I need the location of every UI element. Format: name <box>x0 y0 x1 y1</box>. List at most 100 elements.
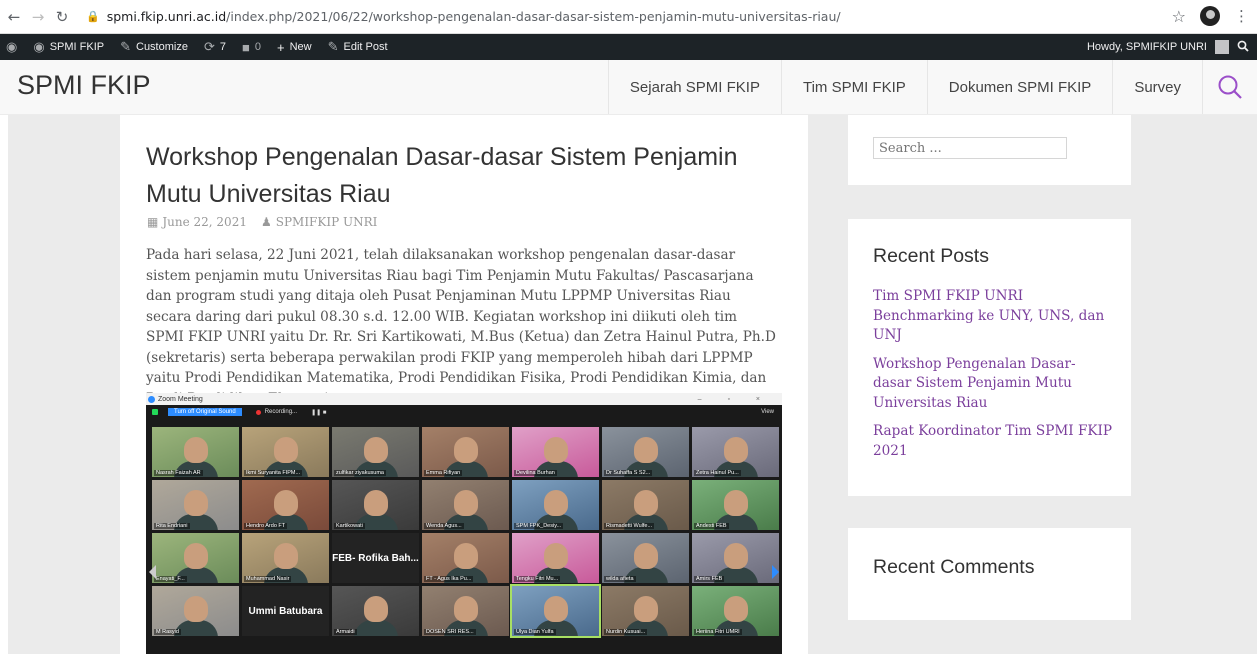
participant-tile: Ulya Dian Yulfa <box>510 584 601 638</box>
shield-icon <box>152 409 158 415</box>
participant-head <box>454 543 478 569</box>
howdy-user[interactable]: Howdy, SPMIFKIP UNRI <box>1087 41 1207 53</box>
participant-head <box>184 543 208 569</box>
main-navigation: Sejarah SPMI FKIP Tim SPMI FKIP Dokumen … <box>607 60 1257 114</box>
customize-label: Customize <box>136 41 188 53</box>
browser-toolbar: ← → ↻ 🔒 spmi.fkip.unri.ac.id/index.php/2… <box>0 0 1257 34</box>
left-gutter <box>0 115 8 654</box>
pencil-icon: ✎ <box>327 39 339 54</box>
participant-name: Enayati_F... <box>154 576 187 582</box>
menu-dots-icon[interactable]: ⋮ <box>1234 7 1249 25</box>
participant-name: Tengku Fitri Mu... <box>514 576 561 582</box>
participant-name: Emma Rifiyan <box>424 470 463 476</box>
participant-display-name: FEB- Rofika Bah... <box>332 552 419 564</box>
admin-site-link[interactable]: ◉ SPMI FKIP <box>33 39 104 55</box>
post-date[interactable]: June 22, 2021 <box>162 215 247 229</box>
participant-name: Ikmi Suryanita FIPM... <box>244 470 303 476</box>
participant-head <box>634 543 658 569</box>
back-arrow-icon[interactable]: ← <box>4 8 24 26</box>
new-content-link[interactable]: + New <box>277 40 312 55</box>
brush-icon: ✎ <box>120 39 131 54</box>
site-title[interactable]: SPMI FKIP <box>17 70 151 101</box>
profile-avatar[interactable] <box>1200 6 1220 26</box>
edit-post-link[interactable]: ✎ Edit Post <box>328 39 388 55</box>
reload-icon[interactable]: ↻ <box>52 8 72 26</box>
participant-name: Nurdin Kusuai... <box>604 629 648 635</box>
customize-link[interactable]: ✎ Customize <box>120 39 188 55</box>
participant-head <box>544 437 568 463</box>
forward-arrow-icon[interactable]: → <box>28 8 48 26</box>
participant-tile: FT - Agus Ika Pu... <box>422 533 509 583</box>
recent-posts-title: Recent Posts <box>873 245 989 267</box>
header-search-icon[interactable] <box>1202 60 1257 114</box>
participant-head <box>184 437 208 463</box>
participant-tile: Armaidi <box>332 586 419 636</box>
participant-tile: Kartikowati <box>332 480 419 530</box>
post-title: Workshop Pengenalan Dasar-dasar Sistem P… <box>146 143 738 208</box>
comments-link[interactable]: ■ 0 <box>242 40 261 55</box>
participant-tile: SPM FPK_Desiy... <box>512 480 599 530</box>
wordpress-logo-icon[interactable]: ◉ <box>6 39 17 55</box>
participant-tile: Tengku Fitri Mu... <box>512 533 599 583</box>
recording-label: Recording... <box>264 409 298 415</box>
next-page-arrow-icon <box>772 565 779 579</box>
recent-post-link[interactable]: Tim SPMI FKIP UNRI Benchmarking ke UNY, … <box>873 287 1113 346</box>
nav-dokumen[interactable]: Dokumen SPMI FKIP <box>926 60 1113 114</box>
recent-comments-title: Recent Comments <box>873 556 1035 578</box>
admin-search-icon[interactable] <box>1237 40 1249 55</box>
recent-post-link[interactable]: Rapat Koordinator Tim SPMI FKIP 2021 <box>873 422 1113 461</box>
participant-name: Nasrah Faizah AR <box>154 470 203 476</box>
participant-head <box>274 437 298 463</box>
user-avatar[interactable] <box>1215 40 1229 54</box>
calendar-icon: ▦ <box>147 215 159 229</box>
participant-name: Ulya Dian Yulfa <box>514 629 556 635</box>
participant-tile: Enayati_F... <box>152 533 239 583</box>
participant-name: Zetra Hainul Pu... <box>694 470 741 476</box>
post-author[interactable]: SPMIFKIP UNRI <box>276 215 378 229</box>
participant-tile: Devilina Burhan <box>512 427 599 477</box>
zoom-toolbar: Turn off Original Sound Recording... ❚❚ … <box>146 405 782 419</box>
participant-head <box>454 490 478 516</box>
address-bar[interactable]: 🔒 spmi.fkip.unri.ac.id/index.php/2021/06… <box>86 9 841 24</box>
edit-post-label: Edit Post <box>343 41 388 53</box>
participant-head <box>364 490 388 516</box>
participant-tile: Nurdin Kusuai... <box>602 586 689 636</box>
prev-page-arrow-icon <box>149 565 156 579</box>
participant-head <box>634 437 658 463</box>
participant-head <box>544 490 568 516</box>
participant-tile: Heriina Fitri UMRI <box>692 586 779 636</box>
participant-head <box>724 543 748 569</box>
updates-icon: ⟳ <box>203 39 215 54</box>
participant-name: Amirs FEB <box>694 576 725 582</box>
zoom-window-title: Zoom Meeting <box>158 395 203 403</box>
participant-name: FT - Agus Ika Pu... <box>424 576 474 582</box>
zoom-titlebar: Zoom Meeting – ▫ × <box>146 393 782 405</box>
sidebar-search-input[interactable] <box>873 137 1067 159</box>
participant-tile: M Rasyid <box>152 586 239 636</box>
zoom-window-controls: – ▫ × <box>697 395 772 403</box>
participant-name: zulfikar ziyakusuma <box>334 470 386 476</box>
recent-comments-widget: Recent Comments <box>848 528 1131 620</box>
bookmark-star-icon[interactable]: ☆ <box>1172 7 1186 26</box>
participant-tile: Rita Endriani <box>152 480 239 530</box>
participant-tile: Hendro Ardo FT <box>242 480 329 530</box>
participant-grid: Nasrah Faizah AR Ikmi Suryanita FIPM... zu… <box>152 427 779 638</box>
participant-head <box>724 490 748 516</box>
participant-name: Hendro Ardo FT <box>244 523 288 529</box>
recent-post-link[interactable]: Workshop Pengenalan Dasar-dasar Sistem P… <box>873 355 1113 414</box>
zoom-logo-icon <box>148 395 155 403</box>
zoom-video-area: Turn off Original Sound Recording... ❚❚ … <box>146 405 782 654</box>
participant-tile: FEB- Rofika Bah... <box>332 533 419 583</box>
participant-name: Wenda Agus... <box>424 523 464 529</box>
participant-head <box>184 596 208 622</box>
nav-survey[interactable]: Survey <box>1112 60 1202 114</box>
nav-tim[interactable]: Tim SPMI FKIP <box>780 60 927 114</box>
updates-link[interactable]: ⟳ 7 <box>204 39 226 55</box>
search-widget <box>848 115 1131 185</box>
participant-name: Devilina Burhan <box>514 470 557 476</box>
plus-icon: + <box>276 39 285 55</box>
participant-tile: Ikmi Suryanita FIPM... <box>242 427 329 477</box>
nav-sejarah[interactable]: Sejarah SPMI FKIP <box>607 60 781 114</box>
admin-site-label: SPMI FKIP <box>49 41 105 53</box>
participant-head <box>184 490 208 516</box>
